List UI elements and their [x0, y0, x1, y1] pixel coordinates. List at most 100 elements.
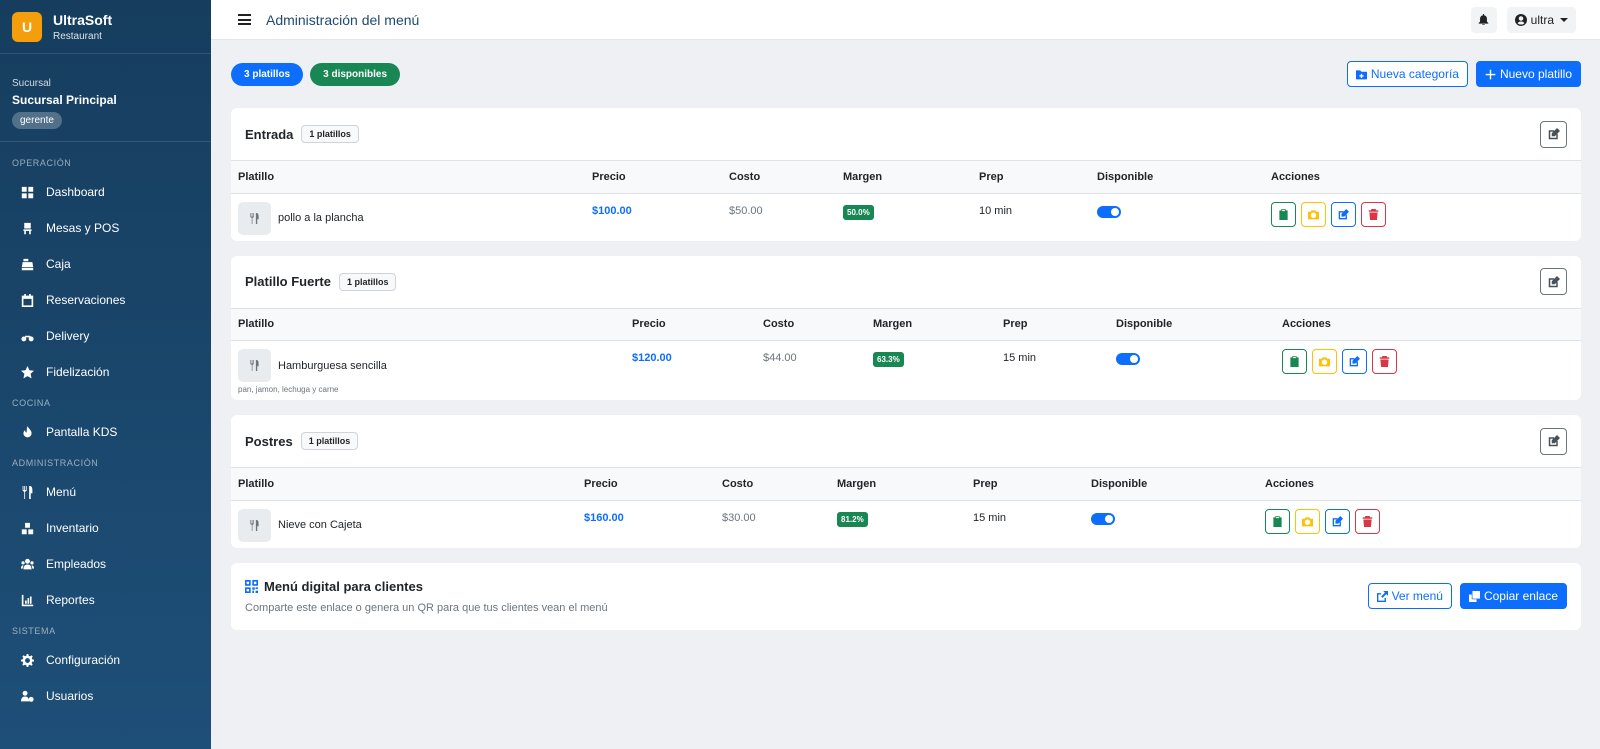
- sidebar-item-label: Menú: [46, 485, 77, 499]
- digital-menu-card: Menú digital para clientes Comparte este…: [231, 562, 1581, 630]
- edit-dish-button[interactable]: [1342, 349, 1367, 374]
- clipboard-icon: [1279, 208, 1288, 220]
- nav-section-sistema: Sistema: [12, 626, 56, 636]
- new-category-button[interactable]: Nueva categoría: [1346, 61, 1468, 87]
- sidebar-item-caja[interactable]: Caja: [0, 246, 211, 282]
- sidebar-item-delivery[interactable]: Delivery: [0, 318, 211, 354]
- column-header: Costo: [763, 318, 795, 331]
- category-card-platillo-fuerte: Platillo Fuerte 1 platillos Platillo Pre…: [231, 255, 1581, 400]
- sidebar-item-label: Fidelización: [46, 365, 110, 379]
- available-toggle[interactable]: [1091, 512, 1115, 525]
- table-header-row: Platillo Precio Costo Margen Prep Dispon…: [231, 468, 1581, 500]
- table-header-row: Platillo Precio Costo Margen Prep Dispon…: [231, 161, 1581, 193]
- edit-icon: [1548, 275, 1560, 287]
- camera-icon: [1308, 209, 1319, 219]
- edit-category-button[interactable]: [1540, 120, 1567, 148]
- copy-link-button[interactable]: Copiar enlace: [1459, 583, 1567, 609]
- chevron-down-icon: [1560, 17, 1568, 22]
- utensils-icon: [20, 485, 34, 499]
- sidebar-item-pantalla-kds[interactable]: Pantalla KDS: [0, 414, 211, 450]
- category-count-badge: 1 platillos: [301, 125, 359, 143]
- branch-name: Sucursal Principal: [12, 93, 117, 107]
- view-menu-label: Ver menú: [1391, 589, 1443, 603]
- table-row: Nieve con Cajeta $160.00 $30.00 81.2% 15…: [231, 500, 1581, 548]
- motorcycle-icon: [20, 329, 34, 343]
- edit-category-button[interactable]: [1540, 268, 1567, 295]
- brand-logo: U: [12, 11, 42, 42]
- sidebar-item-label: Reservaciones: [46, 293, 126, 307]
- sidebar-item-empleados[interactable]: Empleados: [0, 546, 211, 582]
- available-toggle[interactable]: [1116, 353, 1140, 365]
- sidebar-item-usuarios[interactable]: Usuarios: [0, 678, 211, 714]
- margin-badge: 50.0%: [843, 204, 874, 220]
- sidebar-item-inventario[interactable]: Inventario: [0, 510, 211, 546]
- prep-time: 10 min: [979, 204, 1013, 217]
- photo-button[interactable]: [1295, 508, 1320, 534]
- photo-button[interactable]: [1312, 349, 1337, 374]
- menu-toggle-icon[interactable]: [238, 13, 251, 26]
- calendar-icon: [20, 293, 34, 307]
- delete-dish-button[interactable]: [1361, 201, 1386, 227]
- sidebar-item-label: Inventario: [46, 521, 99, 535]
- column-header: Disponible: [1116, 318, 1173, 331]
- sidebar-item-mesas-pos[interactable]: Mesas y POS: [0, 210, 211, 246]
- recipe-button[interactable]: [1271, 201, 1296, 227]
- margin-badge: 63.3%: [873, 352, 904, 367]
- recipe-button[interactable]: [1265, 508, 1290, 534]
- sidebar-item-reportes[interactable]: Reportes: [0, 582, 211, 618]
- sidebar-item-reservaciones[interactable]: Reservaciones: [0, 282, 211, 318]
- sidebar-item-fidelizacion[interactable]: Fidelización: [0, 354, 211, 390]
- delete-dish-button[interactable]: [1355, 508, 1380, 534]
- photo-button[interactable]: [1301, 201, 1326, 227]
- column-header: Platillo: [238, 477, 275, 490]
- dish-name: Nieve con Cajeta: [278, 519, 362, 531]
- column-header: Costo: [729, 170, 761, 183]
- user-menu-button[interactable]: ultra: [1506, 6, 1576, 33]
- sidebar-item-label: Dashboard: [46, 185, 105, 199]
- column-header: Disponible: [1091, 477, 1148, 490]
- sidebar-item-dashboard[interactable]: Dashboard: [0, 174, 211, 210]
- topbar: Administración del menú ultra: [211, 0, 1600, 40]
- margin-badge: 81.2%: [837, 511, 868, 527]
- column-header: Acciones: [1282, 318, 1331, 331]
- dish-cost: $50.00: [729, 204, 763, 217]
- dish-name: Hamburguesa sencilla: [278, 359, 387, 372]
- dish-price: $120.00: [632, 352, 672, 364]
- delete-dish-button[interactable]: [1372, 349, 1397, 374]
- recipe-button[interactable]: [1282, 349, 1307, 374]
- utensils-icon: [250, 519, 259, 531]
- sidebar-item-label: Empleados: [46, 557, 107, 571]
- dishes-count-badge: 3 platillos: [231, 62, 304, 86]
- category-count-badge: 1 platillos: [300, 432, 359, 450]
- sidebar-item-configuracion[interactable]: Configuración: [0, 642, 211, 678]
- category-title: Entrada: [245, 126, 294, 142]
- edit-dish-button[interactable]: [1331, 201, 1356, 227]
- clipboard-icon: [1290, 356, 1299, 367]
- dish-image-placeholder: [238, 508, 271, 542]
- notifications-button[interactable]: [1470, 6, 1497, 33]
- brand-subtitle: Restaurant: [53, 30, 102, 42]
- cash-register-icon: [20, 257, 34, 271]
- chart-icon: [20, 593, 34, 607]
- column-header: Margen: [837, 477, 877, 490]
- new-dish-button[interactable]: Nuevo platillo: [1475, 61, 1581, 87]
- edit-category-button[interactable]: [1540, 427, 1567, 455]
- available-toggle[interactable]: [1097, 205, 1121, 218]
- sidebar-item-menu[interactable]: Menú: [0, 474, 211, 510]
- sidebar-item-label: Caja: [46, 257, 71, 271]
- sidebar-item-label: Usuarios: [46, 689, 94, 703]
- column-header: Prep: [979, 170, 1004, 183]
- page-title: Administración del menú: [266, 11, 420, 28]
- dish-image-placeholder: [238, 349, 271, 382]
- column-header: Prep: [1003, 318, 1028, 331]
- prep-time: 15 min: [973, 511, 1007, 524]
- column-header: Disponible: [1097, 170, 1154, 183]
- dish-image-placeholder: [238, 201, 271, 235]
- sidebar-item-label: Configuración: [46, 653, 121, 667]
- column-header: Precio: [632, 318, 666, 331]
- brand[interactable]: U UltraSoft Restaurant: [0, 0, 211, 54]
- clipboard-icon: [1273, 515, 1282, 527]
- view-menu-button[interactable]: Ver menú: [1367, 583, 1452, 609]
- dish-description: pan, jamon, lechuga y carne: [238, 385, 339, 394]
- edit-dish-button[interactable]: [1325, 508, 1350, 534]
